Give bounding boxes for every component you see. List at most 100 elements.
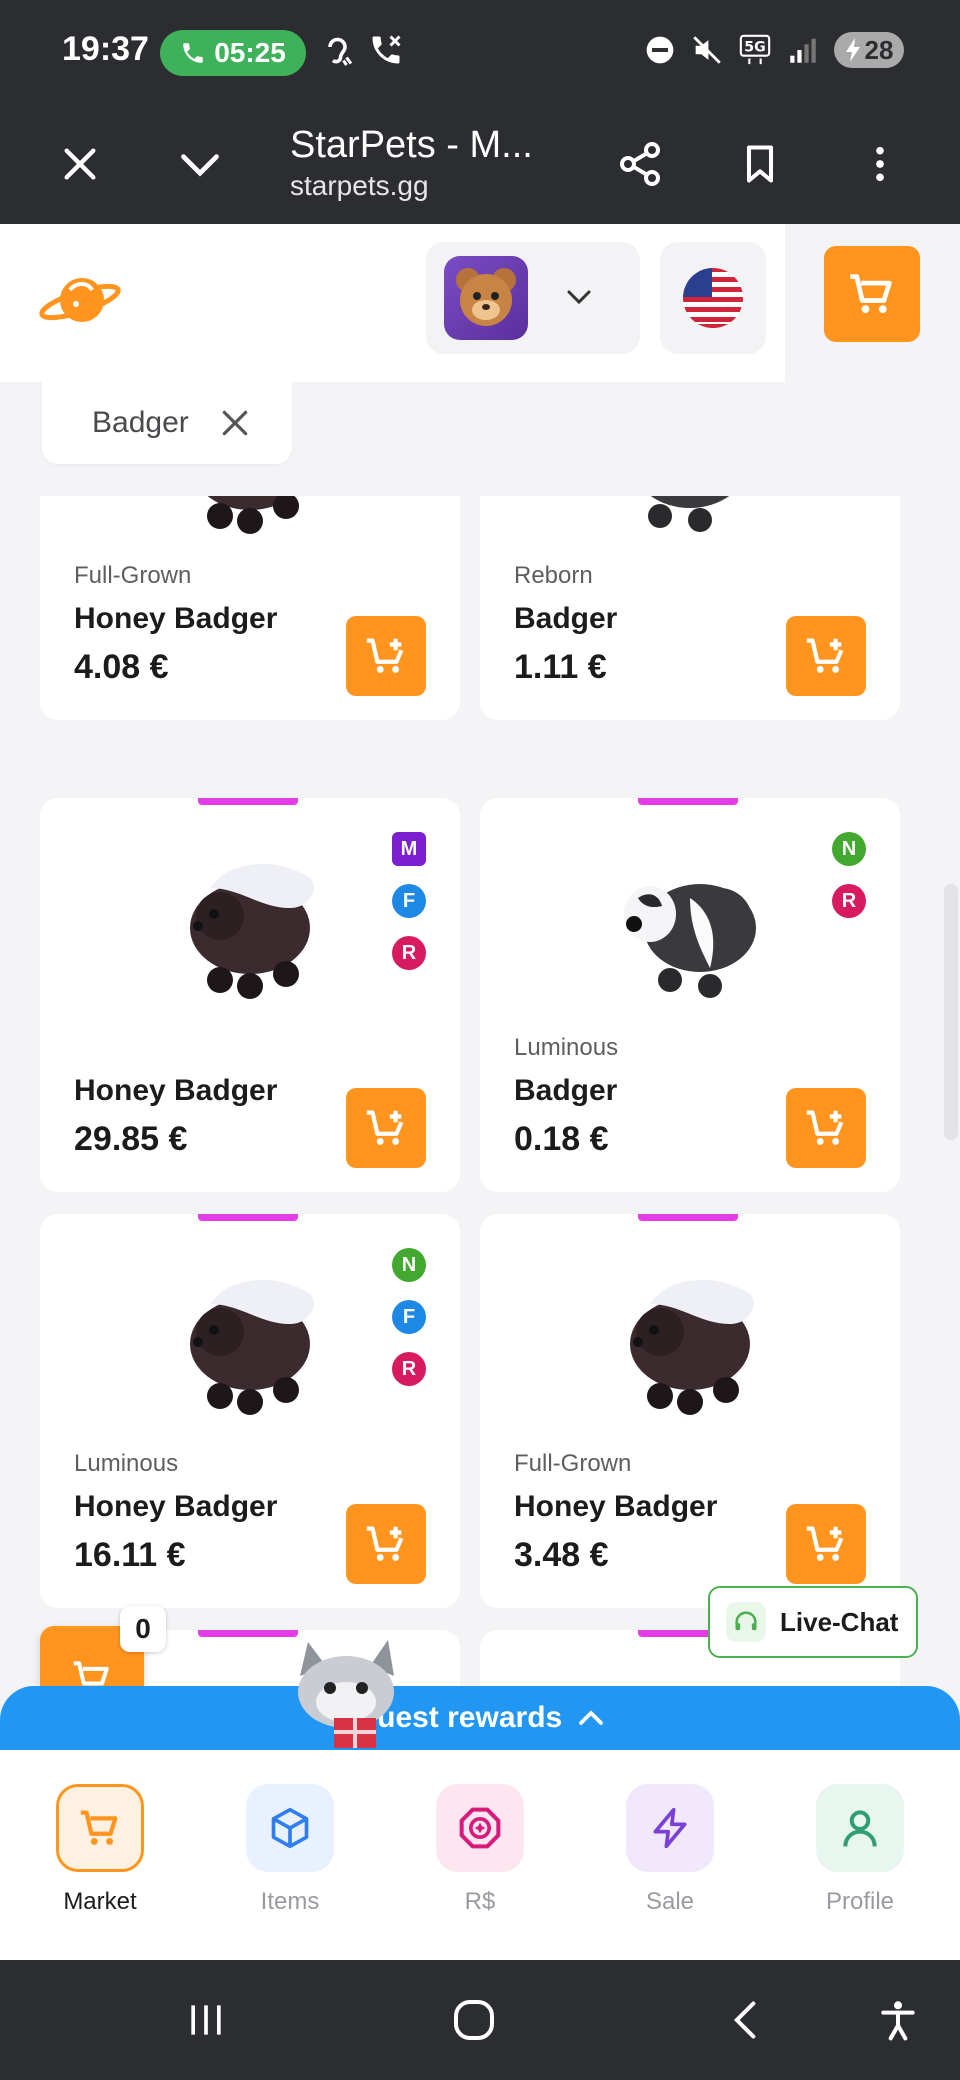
quest-rewards-bar[interactable]: Quest rewards [0,1686,960,1750]
product-name: Honey Badger [74,602,278,635]
more-options-button[interactable] [844,128,916,200]
product-card[interactable]: Full-Grown Honey Badger 3.48 € [480,1214,900,1608]
cart-plus-icon [806,1110,844,1145]
nav-items[interactable]: Items [220,1784,360,1916]
product-name: Honey Badger [514,1490,718,1523]
badger-image [624,884,756,998]
share-icon [620,142,660,186]
remove-filter-button[interactable] [219,407,251,439]
filter-chip-label: Badger [92,406,189,439]
bookmark-icon [746,145,774,183]
status-bar: 19:37 05:25 5G 28 [0,0,960,104]
battery-level: 28 [864,34,894,65]
product-card[interactable]: Full-Grown Honey Badger 4.08 € [40,496,460,720]
home-icon [454,2000,494,2040]
honey-badger-image [630,1280,754,1415]
nav-robux[interactable]: R$ [410,1784,550,1916]
product-grid: Full-Grown Honey Badger 4.08 € Reborn Ba… [0,496,960,1686]
charging-icon [845,38,860,62]
game-selector[interactable] [426,242,640,354]
ride-badge: R [392,1352,426,1386]
recent-apps-icon [191,2005,221,2035]
bookmark-button[interactable] [724,128,796,200]
product-price: 16.11 € [74,1536,186,1574]
cart-icon [850,274,892,314]
live-chat-label: Live-Chat [780,1606,899,1637]
close-tab-button[interactable] [44,128,116,200]
call-indicator[interactable]: 05:25 [160,30,306,76]
product-name: Honey Badger [74,1490,278,1523]
product-card[interactable]: M F R Honey Badger 29.85 € [40,798,460,1192]
call-forward-icon [372,35,401,64]
product-name: Badger [514,602,618,635]
page-url[interactable]: starpets.gg [290,170,429,202]
cart-count-badge: 0 [120,1606,166,1652]
highlight-bar [638,798,738,805]
home-button[interactable] [438,1990,510,2050]
language-selector[interactable] [660,242,766,354]
add-to-cart-button[interactable] [786,1088,866,1168]
product-price: 3.48 € [514,1536,609,1574]
minimize-button[interactable] [164,128,236,200]
product-card[interactable]: Reborn Badger 1.11 € [480,496,900,720]
product-name: Badger [514,1074,618,1107]
nav-label: Profile [825,1888,895,1915]
nav-profile[interactable]: Profile [790,1784,930,1916]
cart-plus-icon [366,638,404,673]
cart-icon [80,1810,118,1845]
robux-icon [459,1807,501,1849]
product-card[interactable]: N F R Luminous Honey Badger 16.11 € [40,1214,460,1608]
call-timer: 05:25 [214,37,286,68]
add-to-cart-button[interactable] [786,1504,866,1584]
back-icon [733,2001,756,2039]
game-avatar-image [444,256,528,340]
back-button[interactable] [710,1990,782,2050]
mute-icon [693,36,721,64]
network-5g-icon: 5G [739,34,771,65]
add-to-cart-button[interactable] [346,1088,426,1168]
fly-badge: F [392,884,426,918]
filter-chip: Badger [42,382,292,464]
accessibility-icon [881,2001,915,2041]
nav-label: Market [63,1888,137,1915]
product-age: Full-Grown [74,562,192,589]
mega-badge: M [392,832,426,866]
nav-sale[interactable]: Sale [600,1784,740,1916]
page-scrollbar[interactable] [944,884,958,1140]
nav-label: R$ [464,1888,496,1915]
neon-badge: N [392,1248,426,1282]
honey-badger-image [190,864,314,999]
add-to-cart-button[interactable] [346,616,426,696]
battery-indicator: 28 [834,32,904,68]
live-chat-button[interactable]: Live-Chat [708,1586,918,1658]
nav-label: Sale [645,1888,695,1915]
accessibility-button[interactable] [862,1990,934,2050]
product-age: Reborn [514,562,593,589]
product-price: 4.08 € [74,648,169,686]
highlight-bar [198,798,298,805]
badger-image [648,496,730,532]
nav-market[interactable]: Market [30,1784,170,1916]
ride-badge: R [832,884,866,918]
cube-icon [271,1807,309,1849]
neon-badge: N [832,832,866,866]
hearing-icon [328,37,353,66]
product-card[interactable]: N R Luminous Badger 0.18 € [480,798,900,1192]
bottom-navigation: Market Items R$ Sale Profile [0,1750,960,1960]
phone-icon [183,43,203,63]
add-to-cart-button[interactable] [346,1504,426,1584]
starpets-logo[interactable] [36,260,126,340]
add-to-cart-button[interactable] [786,616,866,696]
chevron-down-icon [567,290,591,305]
product-age: Luminous [514,1034,619,1061]
header-cart-button[interactable] [824,246,920,342]
signal-icon [790,38,816,63]
svg-text:5G: 5G [744,39,765,55]
close-icon [64,148,96,180]
share-button[interactable] [604,128,676,200]
system-navigation-bar [0,1960,960,2080]
headset-icon [735,1611,757,1631]
product-name: Honey Badger [74,1074,278,1107]
browser-toolbar: StarPets - M... starpets.gg [0,104,960,224]
recent-apps-button[interactable] [170,1990,242,2050]
